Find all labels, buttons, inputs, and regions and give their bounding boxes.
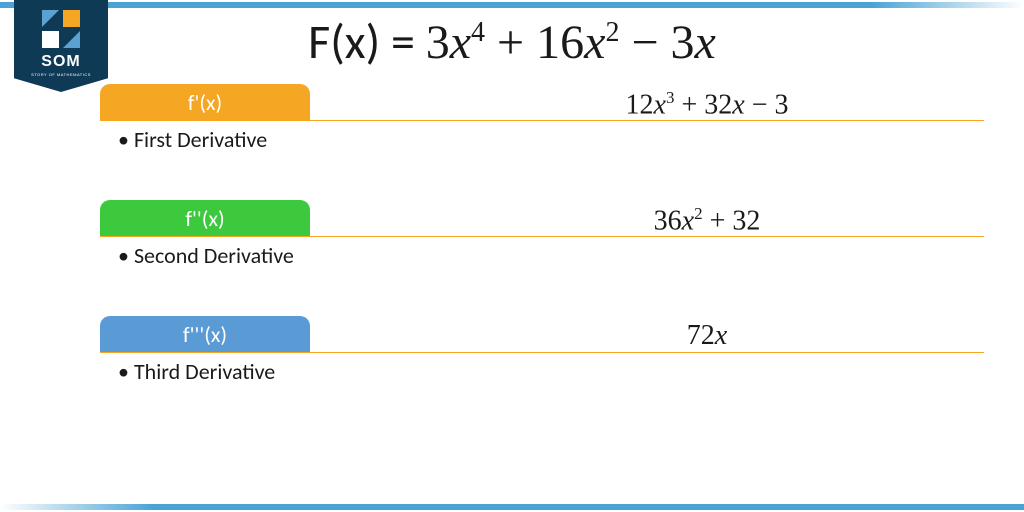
derivative-row: f''(x) Second Derivative 36x2 + 32 bbox=[100, 200, 984, 270]
derivative-expression: 36x2 + 32 bbox=[430, 204, 984, 237]
function-lhs: F(x) = bbox=[308, 12, 426, 71]
page-title: F(x) = 3x4 + 16x2 − 3x bbox=[0, 12, 1024, 71]
derivative-desc: Third Derivative bbox=[118, 358, 275, 385]
logo-subtext: STORY OF MATHEMATICS bbox=[31, 72, 91, 77]
derivative-label-box: f'''(x) bbox=[100, 316, 310, 352]
derivative-label: f''(x) bbox=[185, 205, 224, 232]
content-area: f'(x) First Derivative 12x3 + 32x − 3 f'… bbox=[100, 84, 984, 432]
derivative-expression: 72x bbox=[430, 320, 984, 352]
derivative-label: f'''(x) bbox=[183, 321, 227, 348]
top-decorative-bar bbox=[0, 2, 1024, 8]
derivative-expression: 12x3 + 32x − 3 bbox=[430, 88, 984, 121]
derivative-row: f'''(x) Third Derivative 72x bbox=[100, 316, 984, 386]
row-underline bbox=[100, 352, 984, 353]
derivative-label-box: f'(x) bbox=[100, 84, 310, 120]
derivative-label: f'(x) bbox=[188, 89, 222, 116]
derivative-label-box: f''(x) bbox=[100, 200, 310, 236]
derivative-desc: First Derivative bbox=[118, 126, 267, 153]
derivative-desc: Second Derivative bbox=[118, 242, 294, 269]
bottom-decorative-bar bbox=[0, 504, 1024, 510]
derivative-row: f'(x) First Derivative 12x3 + 32x − 3 bbox=[100, 84, 984, 154]
